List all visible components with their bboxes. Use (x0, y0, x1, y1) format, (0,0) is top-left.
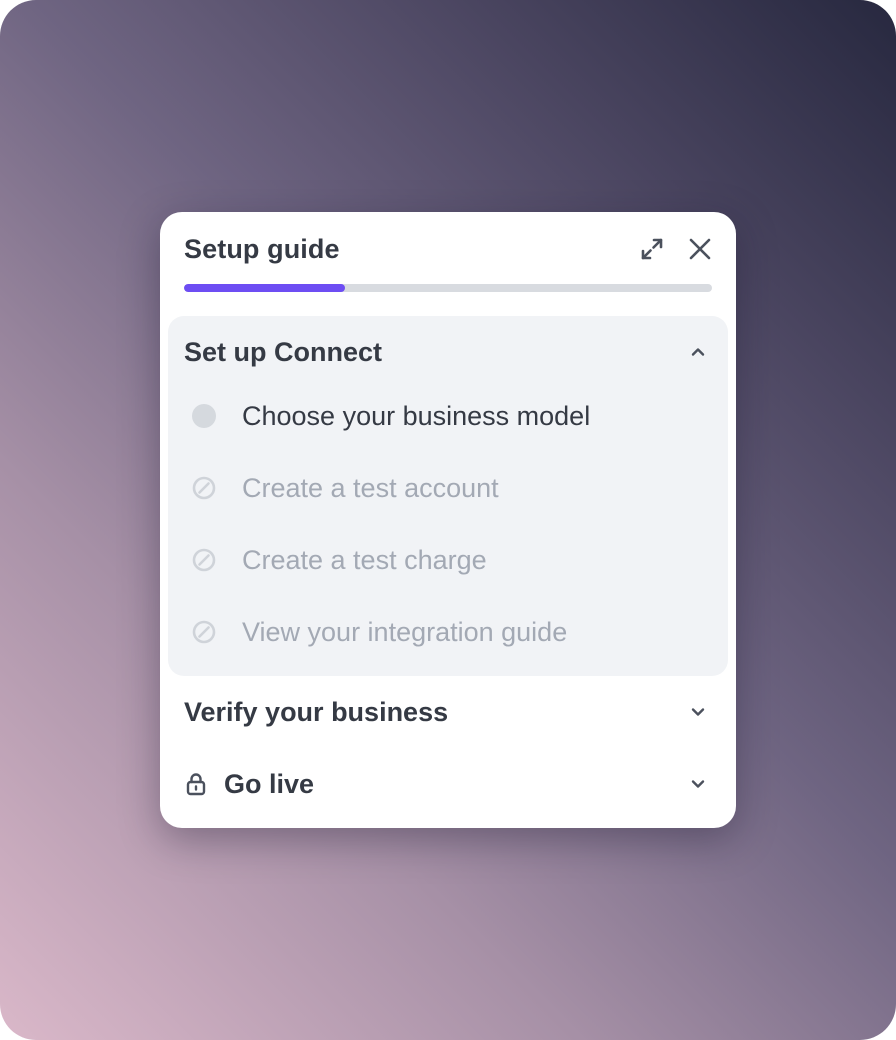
section-title: Go live (224, 768, 315, 799)
background: Setup guide Set up Connect Choose your b… (0, 0, 896, 1040)
blocked-icon (190, 474, 218, 502)
header-actions (639, 236, 713, 262)
task-label: Create a test account (242, 472, 499, 503)
lock-icon (184, 772, 208, 796)
panel-header: Setup guide (184, 232, 712, 266)
task-label: View your integration guide (242, 616, 568, 647)
section-header-set-up-connect[interactable]: Set up Connect (184, 332, 712, 372)
task-view-integration-guide: View your integration guide (190, 610, 712, 654)
expand-button[interactable] (639, 236, 665, 262)
task-create-test-account: Create a test account (190, 466, 712, 510)
expand-icon (641, 238, 663, 260)
section-header-go-live[interactable]: Go live (184, 764, 712, 804)
progress-bar (184, 284, 712, 292)
close-button[interactable] (687, 236, 713, 262)
task-label: Choose your business model (242, 400, 591, 431)
blocked-icon (190, 546, 218, 574)
section-header-verify-business[interactable]: Verify your business (184, 692, 712, 732)
setup-guide-panel: Setup guide Set up Connect Choose your b… (160, 212, 736, 828)
chevron-down-icon (688, 702, 708, 722)
blocked-icon (190, 618, 218, 646)
section-title: Set up Connect (184, 336, 383, 367)
task-create-test-charge: Create a test charge (190, 538, 712, 582)
task-choose-business-model[interactable]: Choose your business model (190, 394, 712, 438)
progress-bar-fill (184, 284, 346, 292)
section-title: Verify your business (184, 696, 449, 727)
chevron-up-icon (688, 342, 708, 362)
panel-title: Setup guide (184, 233, 340, 264)
chevron-down-icon (688, 774, 708, 794)
task-label: Create a test charge (242, 544, 487, 575)
go-live-label-group: Go live (184, 769, 314, 800)
section-set-up-connect: Set up Connect Choose your business mode… (168, 316, 728, 676)
close-icon (689, 238, 711, 260)
empty-circle-icon (190, 402, 218, 430)
